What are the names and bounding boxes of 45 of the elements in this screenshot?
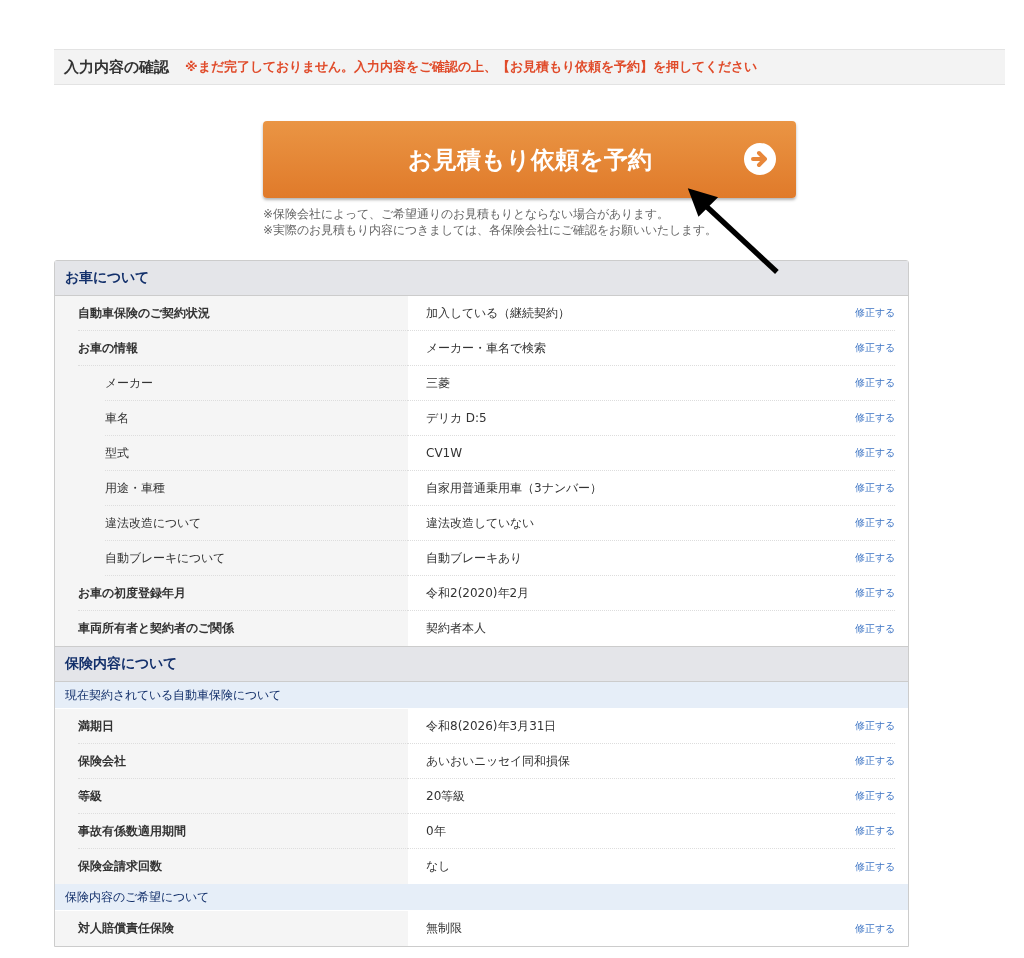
- submit-button[interactable]: お見積もり依頼を予約: [263, 121, 796, 198]
- row-value: 自動ブレーキあり: [426, 549, 522, 567]
- warning-text: ※まだ完了しておりません。入力内容をご確認の上、【お見積もり依頼を予約】を押してください: [185, 58, 757, 76]
- row-value: メーカー・車名で検索: [426, 339, 546, 357]
- edit-link[interactable]: 修正する: [855, 719, 895, 733]
- edit-link[interactable]: 修正する: [855, 824, 895, 838]
- row-value: 契約者本人: [426, 620, 486, 637]
- section-title: 保険内容について: [65, 655, 177, 673]
- row-value: 無制限: [426, 920, 462, 937]
- arrow-right-icon: [744, 143, 776, 175]
- row-value: 自家用普通乗用車（3ナンバー）: [426, 479, 602, 497]
- row-label: 保険金請求回数: [78, 858, 163, 875]
- edit-link[interactable]: 修正する: [855, 586, 895, 600]
- confirm-title: 入力内容の確認: [64, 57, 169, 77]
- edit-link[interactable]: 修正する: [855, 516, 895, 530]
- row-value: 0年: [426, 822, 446, 840]
- edit-link[interactable]: 修正する: [855, 859, 895, 874]
- edit-link[interactable]: 修正する: [855, 411, 895, 425]
- row-value: 20等級: [426, 787, 466, 805]
- note-text: ※実際のお見積もり内容につきましては、各保険会社にご確認をお願いいたします。: [263, 222, 719, 238]
- row-value: あいおいニッセイ同和損保: [426, 752, 570, 770]
- row-label: 対人賠償責任保険: [78, 920, 175, 937]
- row-value: 令和2(2020)年2月: [426, 584, 530, 602]
- subheading-text: 現在契約されている自動車保険について: [65, 686, 281, 704]
- section-title: お車について: [65, 269, 149, 287]
- row-label: 車両所有者と契約者のご関係: [78, 620, 235, 637]
- edit-link[interactable]: 修正する: [855, 789, 895, 803]
- note-text: ※保険会社によって、ご希望通りのお見積もりとならない場合があります。: [263, 206, 671, 222]
- row-value: 令和8(2026)年3月31日: [426, 717, 557, 735]
- edit-link[interactable]: 修正する: [855, 446, 895, 460]
- row-value: 違法改造していない: [426, 514, 534, 532]
- edit-link[interactable]: 修正する: [855, 551, 895, 565]
- row-value: なし: [426, 858, 450, 875]
- subheading-text: 保険内容のご希望について: [65, 888, 209, 906]
- row-value: デリカ D:5: [426, 409, 487, 427]
- edit-link[interactable]: 修正する: [855, 754, 895, 768]
- edit-link[interactable]: 修正する: [855, 921, 895, 936]
- edit-link[interactable]: 修正する: [855, 481, 895, 495]
- edit-link[interactable]: 修正する: [855, 341, 895, 355]
- row-value: CV1W: [426, 446, 463, 460]
- row-value: 三菱: [426, 374, 450, 392]
- edit-link[interactable]: 修正する: [855, 621, 895, 636]
- edit-link[interactable]: 修正する: [855, 306, 895, 320]
- row-value: 加入している（継続契約）: [426, 304, 570, 322]
- edit-link[interactable]: 修正する: [855, 376, 895, 390]
